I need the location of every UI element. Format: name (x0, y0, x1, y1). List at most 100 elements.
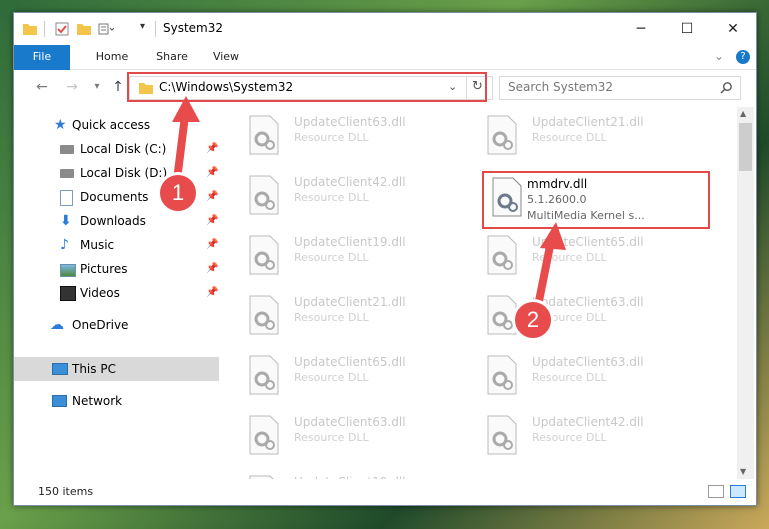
search-box[interactable]: Search System32 (499, 76, 741, 100)
file-description: Resource DLL (532, 431, 607, 444)
dll-gear-icon (487, 115, 517, 155)
file-list: UpdateClient63.dll Resource DLL UpdateClie… (220, 107, 737, 479)
documents-icon (60, 190, 73, 206)
sidebar-item-label: Quick access (72, 118, 151, 132)
sidebar-item-label: Documents (80, 190, 149, 204)
scrollbar-thumb[interactable] (739, 123, 752, 171)
music-note-icon: ♪ (60, 237, 69, 253)
back-button[interactable]: ← (32, 78, 52, 96)
address-highlight-box (127, 72, 487, 102)
file-item[interactable]: UpdateClient63.dll Resource DLL (228, 109, 448, 167)
scroll-up-icon[interactable]: ▲ (740, 109, 746, 118)
details-view-icon[interactable] (708, 485, 724, 498)
file-description: Resource DLL (532, 251, 607, 264)
sidebar-item-onedrive[interactable]: ☁ OneDrive (14, 313, 219, 337)
item-count: 150 items (38, 485, 94, 498)
search-icon[interactable] (720, 81, 733, 94)
properties-icon[interactable] (54, 21, 70, 37)
file-item[interactable]: UpdateClient65.dll Resource DLL (466, 229, 686, 287)
sidebar-item-label: Network (72, 394, 123, 408)
sidebar-item-music[interactable]: ♪ Music 📌 (14, 233, 219, 257)
sidebar-item-downloads[interactable]: ⬇ Downloads 📌 (14, 209, 219, 233)
large-icons-view-icon[interactable] (730, 485, 746, 498)
pin-icon[interactable]: 📌 (206, 137, 218, 161)
sidebar-item-label: This PC (72, 362, 116, 376)
dll-gear-icon (249, 415, 279, 455)
expand-ribbon-icon[interactable]: ⌄ (714, 49, 724, 63)
up-button[interactable]: ↑ (110, 78, 126, 96)
file-item[interactable]: UpdateClient63.dll Resource DLL (466, 349, 686, 407)
sidebar-item-this-pc[interactable]: This PC (14, 357, 219, 381)
search-input[interactable]: Search System32 (508, 80, 613, 94)
file-name: UpdateClient63.dll (532, 355, 644, 369)
file-name: UpdateClient42.dll (294, 175, 406, 189)
cloud-icon: ☁ (50, 317, 64, 333)
new-folder-icon[interactable] (76, 21, 92, 37)
file-description: Resource DLL (294, 131, 369, 144)
step-badge-2: 2 (512, 299, 554, 341)
minimize-button[interactable]: ─ (618, 13, 664, 45)
pin-icon[interactable]: 📌 (206, 233, 218, 257)
pin-icon[interactable]: 📌 (206, 257, 218, 281)
vertical-scrollbar[interactable]: ▲ ▼ (737, 107, 754, 479)
chevron-down-icon[interactable]: ▾ (140, 21, 145, 32)
tab-home[interactable]: Home (84, 45, 140, 69)
film-icon (60, 286, 76, 301)
dll-gear-icon (249, 355, 279, 395)
window-title: System32 (163, 21, 224, 35)
file-item[interactable]: UpdateClient63.dll Resource DLL (466, 289, 686, 347)
tab-share[interactable]: Share (144, 45, 200, 69)
recent-locations-icon[interactable]: ▾ (90, 78, 104, 96)
tab-view[interactable]: View (202, 45, 250, 69)
file-name: UpdateClient21.dll (532, 115, 644, 129)
scroll-down-icon[interactable]: ▼ (740, 467, 746, 476)
customize-toolbar-icon[interactable] (98, 21, 114, 37)
pin-icon[interactable]: 📌 (206, 185, 218, 209)
dll-gear-icon (487, 415, 517, 455)
file-name: UpdateClient63.dll (294, 115, 406, 129)
file-highlight-box (482, 171, 710, 229)
navigation-pane: ★ Quick access Local Disk (C:) 📌 Local D… (14, 107, 219, 479)
dll-gear-icon (249, 115, 279, 155)
sidebar-item-network[interactable]: Network (14, 389, 219, 413)
pin-icon[interactable]: 📌 (206, 209, 218, 233)
file-item[interactable]: UpdateClient65.dll Resource DLL (228, 349, 448, 407)
sidebar-item-local-disk-c[interactable]: Local Disk (C:) 📌 (14, 137, 219, 161)
pin-icon[interactable]: 📌 (206, 281, 218, 305)
folder-icon (23, 24, 37, 35)
sidebar-item-videos[interactable]: Videos 📌 (14, 281, 219, 305)
divider (155, 21, 156, 37)
sidebar-item-pictures[interactable]: Pictures 📌 (14, 257, 219, 281)
forward-button[interactable]: → (62, 78, 82, 96)
file-item[interactable]: UpdateClient21.dll Resource DLL (466, 109, 686, 167)
file-item[interactable]: UpdateClient42.dll Resource DLL (466, 409, 686, 467)
file-description: Resource DLL (294, 311, 369, 324)
file-name: UpdateClient19.dll (294, 235, 406, 249)
help-icon[interactable]: ? (736, 50, 750, 64)
file-name: UpdateClient65.dll (294, 355, 406, 369)
file-item[interactable]: UpdateClient63.dll Resource DLL (228, 409, 448, 467)
file-item[interactable]: UpdateClient42.dll Resource DLL (228, 169, 448, 227)
sidebar-item-label: Local Disk (C:) (80, 142, 167, 156)
drive-icon (60, 169, 74, 178)
sidebar-item-label: Local Disk (D:) (80, 166, 168, 180)
file-item[interactable]: UpdateClient21.dll Resource DLL (228, 289, 448, 347)
file-description: Resource DLL (294, 251, 369, 264)
pin-icon[interactable]: 📌 (206, 161, 218, 185)
file-name: UpdateClient63.dll (294, 415, 406, 429)
drive-icon (60, 145, 74, 154)
dll-gear-icon (249, 175, 279, 215)
dll-gear-icon (487, 355, 517, 395)
title-bar: ▾ System32 ─ ☐ ✕ (14, 13, 756, 45)
file-description: Resource DLL (532, 131, 607, 144)
ribbon-tabs: File Home Share View ⌄ ? (14, 45, 756, 103)
close-button[interactable]: ✕ (710, 13, 756, 45)
file-description: Resource DLL (294, 191, 369, 204)
network-icon (52, 395, 67, 407)
file-item[interactable]: UpdateClient19.dll Resource DLL (228, 229, 448, 287)
dll-gear-icon (249, 295, 279, 335)
file-item[interactable]: UpdateClient19.dllResource DLL (228, 469, 448, 479)
sidebar-item-label: Videos (80, 286, 120, 300)
sidebar-item-quick-access[interactable]: ★ Quick access (14, 113, 219, 137)
maximize-button[interactable]: ☐ (664, 13, 710, 45)
